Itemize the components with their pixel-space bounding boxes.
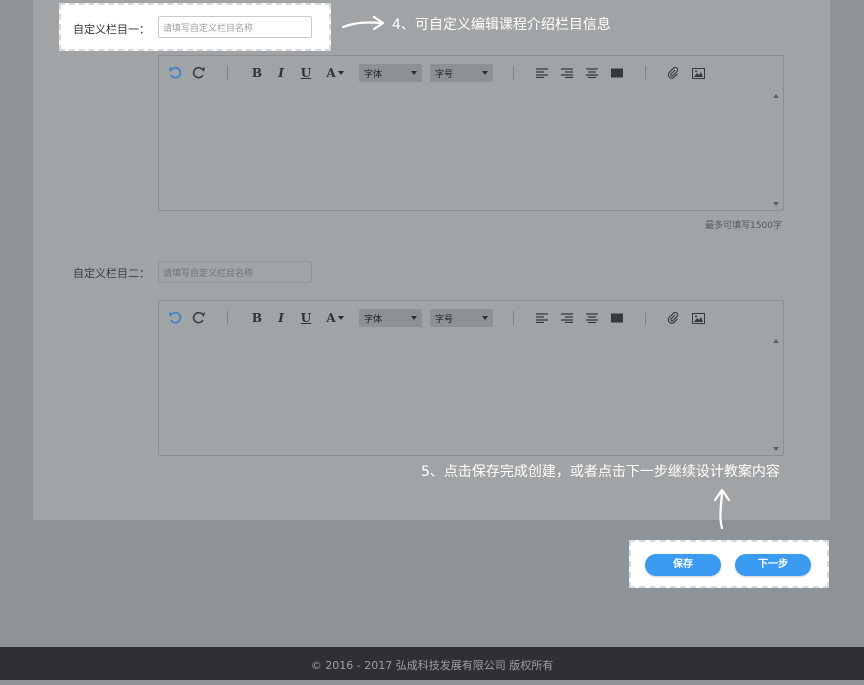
align-right-icon[interactable] [560, 64, 574, 82]
chevron-down-icon [482, 71, 488, 75]
section2-editor[interactable]: B I U A 字体 字号 [158, 300, 784, 456]
editor-scrollbar[interactable] [772, 92, 781, 208]
align-right-icon[interactable] [560, 309, 574, 327]
toolbar-separator [513, 66, 514, 80]
editor-scrollbar[interactable] [772, 337, 781, 453]
italic-button[interactable]: I [273, 64, 289, 82]
undo-icon[interactable] [167, 64, 183, 82]
editor-toolbar: B I U A 字体 字号 [159, 301, 783, 335]
toolbar-separator [513, 311, 514, 325]
justify-icon[interactable] [610, 64, 624, 82]
font-family-label: 字体 [364, 70, 383, 80]
underline-button[interactable]: U [298, 64, 314, 82]
font-family-select[interactable]: 字体 [359, 64, 422, 82]
char-limit-note: 最多可填写1500字 [705, 221, 782, 231]
italic-button[interactable]: I [273, 309, 289, 327]
bold-button[interactable]: B [249, 309, 265, 327]
align-center-icon[interactable] [585, 64, 599, 82]
next-step-button[interactable]: 下一步 [735, 554, 811, 576]
redo-icon[interactable] [191, 309, 207, 327]
font-size-select[interactable]: 字号 [430, 64, 493, 82]
align-left-icon[interactable] [535, 64, 549, 82]
toolbar-separator [227, 311, 228, 325]
section1-editor[interactable]: B I U A 字体 字号 [158, 55, 784, 211]
step5-annotation: 5、点击保存完成创建，或者点击下一步继续设计教案内容 [421, 464, 780, 480]
section1-name-input[interactable]: 请填写自定义栏目名称 [158, 16, 312, 38]
chevron-down-icon [411, 71, 417, 75]
attachment-icon[interactable] [665, 309, 681, 327]
chevron-down-icon [337, 316, 344, 320]
section1-highlight: 自定义栏目一： 请填写自定义栏目名称 [59, 3, 331, 51]
redo-icon[interactable] [191, 64, 207, 82]
arrow-up-icon [713, 488, 731, 530]
toolbar-separator [645, 66, 646, 80]
font-color-button[interactable]: A [323, 64, 347, 82]
attachment-icon[interactable] [665, 64, 681, 82]
image-icon[interactable] [690, 309, 706, 327]
align-left-icon[interactable] [535, 309, 549, 327]
section2-label: 自定义栏目二： [73, 267, 150, 280]
section2-name-input[interactable]: 请填写自定义栏目名称 [158, 261, 312, 283]
font-size-label: 字号 [435, 70, 454, 80]
font-color-button[interactable]: A [323, 309, 347, 327]
toolbar-separator [645, 311, 646, 325]
font-color-label: A [326, 311, 336, 325]
step4-annotation: 4、可自定义编辑课程介绍栏目信息 [392, 17, 611, 33]
scroll-down-icon[interactable] [773, 447, 779, 451]
font-color-label: A [326, 66, 336, 80]
undo-icon[interactable] [167, 309, 183, 327]
font-family-select[interactable]: 字体 [359, 309, 422, 327]
actions-highlight: 保存 下一步 [629, 540, 829, 588]
image-icon[interactable] [690, 64, 706, 82]
bold-button[interactable]: B [249, 64, 265, 82]
footer-copyright: © 2016 - 2017 弘成科技发展有限公司 版权所有 [0, 647, 864, 680]
arrow-right-icon [342, 15, 385, 31]
editor-toolbar: B I U A 字体 字号 [159, 56, 783, 90]
scroll-up-icon[interactable] [773, 339, 779, 343]
align-center-icon[interactable] [585, 309, 599, 327]
chevron-down-icon [482, 316, 488, 320]
save-button[interactable]: 保存 [645, 554, 721, 576]
scroll-up-icon[interactable] [773, 94, 779, 98]
scroll-down-icon[interactable] [773, 202, 779, 206]
font-size-label: 字号 [435, 315, 454, 325]
font-family-label: 字体 [364, 315, 383, 325]
chevron-down-icon [411, 316, 417, 320]
chevron-down-icon [337, 71, 344, 75]
section1-label: 自定义栏目一： [73, 23, 150, 36]
justify-icon[interactable] [610, 309, 624, 327]
font-size-select[interactable]: 字号 [430, 309, 493, 327]
toolbar-separator [227, 66, 228, 80]
underline-button[interactable]: U [298, 309, 314, 327]
